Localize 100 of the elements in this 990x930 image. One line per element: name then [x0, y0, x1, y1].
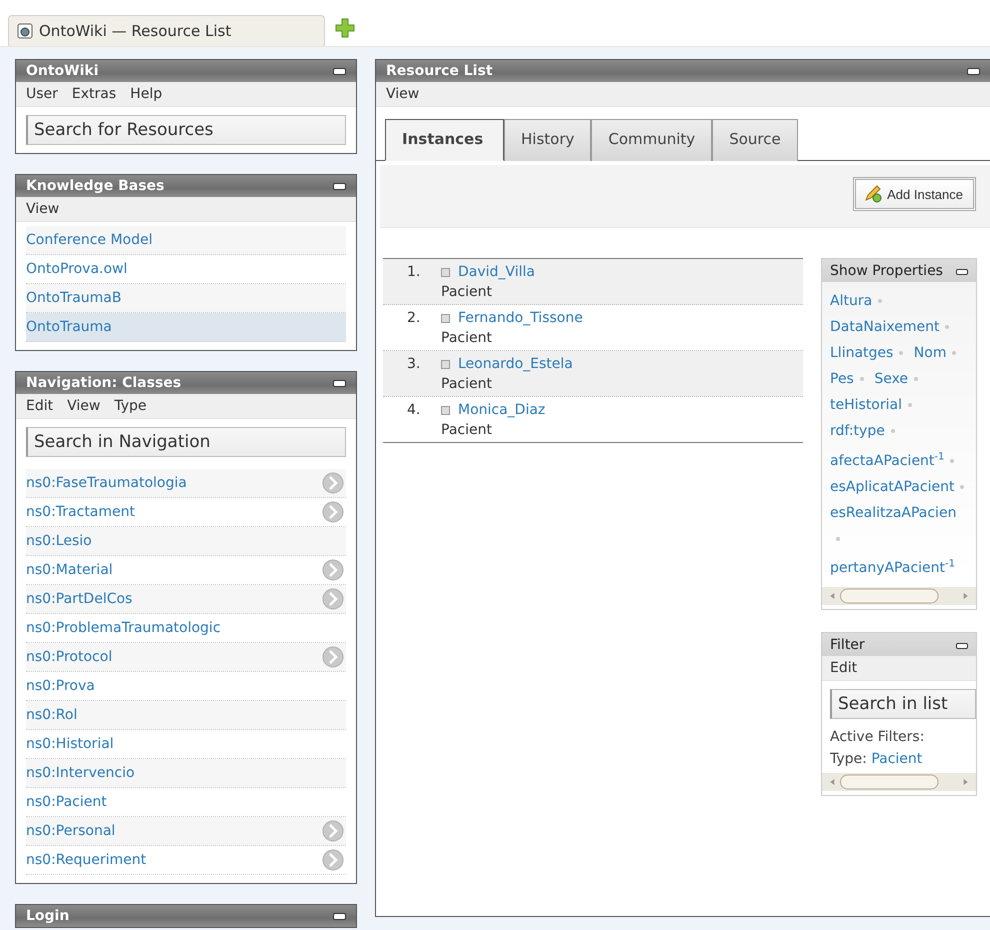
list-link[interactable]: ns0:FaseTraumatologia [26, 475, 187, 491]
new-tab-icon[interactable] [335, 18, 355, 38]
search-field[interactable]: Search in list [830, 689, 976, 720]
menu-item[interactable]: Help [129, 86, 164, 102]
panel-title: Resource List [386, 63, 493, 79]
property-link[interactable]: Sexe [874, 371, 908, 387]
property-link[interactable]: Pes [830, 371, 854, 387]
list-row[interactable]: ns0:Requeriment [26, 846, 346, 875]
list-link[interactable]: ns0:Material [26, 562, 113, 578]
list-link[interactable]: ns0:Lesio [26, 533, 92, 549]
menu-item[interactable]: Edit [25, 398, 54, 414]
resource-type: Pacient [441, 330, 493, 346]
minimize-icon[interactable] [333, 912, 346, 920]
row-number: 1. [407, 264, 422, 280]
separator-icon [914, 377, 918, 382]
list-link[interactable]: OntoTrauma [26, 319, 112, 335]
menu-item[interactable]: View [385, 86, 420, 102]
panel-title: Filter [830, 637, 865, 654]
minimize-icon[interactable] [956, 269, 968, 275]
bullet-icon [441, 360, 450, 368]
list-row[interactable]: ns0:PartDelCos [26, 585, 346, 614]
scrollbar[interactable] [822, 773, 976, 792]
separator-icon [890, 429, 895, 434]
resource-link[interactable]: Leonardo_Estela [458, 356, 573, 372]
list-row[interactable]: ns0:FaseTraumatologia [26, 469, 346, 498]
list-link[interactable]: ns0:Rol [26, 707, 78, 723]
property-link[interactable]: Altura [830, 293, 872, 309]
minimize-icon[interactable] [967, 68, 980, 74]
add-instance-button[interactable]: Add Instance [853, 177, 976, 211]
resource-type: Pacient [441, 422, 493, 438]
panel-title: Login [26, 908, 70, 924]
list-link[interactable]: ns0:Personal [26, 823, 116, 839]
row-number: 4. [407, 402, 422, 418]
menu-item[interactable]: Extras [70, 86, 118, 102]
resource-link[interactable]: Monica_Diaz [458, 402, 546, 418]
menu-item[interactable]: View [25, 201, 60, 217]
property-link[interactable]: rdf:type [830, 423, 885, 439]
separator-icon [952, 351, 956, 356]
list-link[interactable]: ns0:Pacient [26, 794, 107, 810]
list-link[interactable]: ns0:Tractament [26, 504, 135, 520]
list-link[interactable]: Conference Model [26, 232, 152, 248]
list-row[interactable]: ns0:Protocol [26, 643, 346, 672]
menu-item[interactable]: View [66, 398, 102, 414]
list-link[interactable]: ns0:PartDelCos [26, 591, 132, 607]
resource-link[interactable]: Fernando_Tissone [458, 310, 583, 326]
minimize-icon[interactable] [956, 643, 968, 650]
bullet-icon [441, 314, 450, 322]
tab[interactable]: Instances [385, 119, 504, 161]
row-number: 3. [407, 356, 422, 372]
separator-icon [950, 458, 954, 463]
tab[interactable]: Community [591, 119, 712, 161]
search-field[interactable]: Search in Navigation [26, 427, 346, 457]
menu-item[interactable]: User [25, 86, 59, 102]
filter-value[interactable]: Pacient [871, 751, 922, 768]
property-link[interactable]: Llinatges [830, 345, 894, 361]
property-link[interactable]: Nom [914, 345, 946, 361]
list-row[interactable]: ns0:Intervencio [26, 759, 346, 788]
resource-type: Pacient [441, 284, 493, 300]
property-link[interactable]: pertanyAPacient$^{-1}$ [830, 560, 955, 576]
list-row[interactable]: ns0:Lesio [26, 527, 346, 556]
list-row[interactable]: ns0:Rol [26, 701, 346, 730]
list-link[interactable]: ns0:Protocol [26, 649, 112, 665]
list-link[interactable]: ns0:Intervencio [26, 765, 135, 781]
tab[interactable]: History [504, 119, 592, 161]
separator-icon [878, 299, 882, 304]
menu-item[interactable]: Edit [830, 660, 858, 676]
separator-icon [908, 403, 912, 408]
list-row[interactable]: Conference Model [26, 226, 346, 255]
property-link[interactable]: DataNaixement [830, 319, 940, 335]
list-link[interactable]: ns0:ProblemaTraumatologic [26, 620, 221, 636]
page-icon [17, 23, 33, 39]
pencil-add-icon [864, 185, 884, 203]
browser-tab[interactable]: OntoWiki — Resource List [8, 15, 325, 46]
minimize-icon[interactable] [333, 182, 346, 190]
minimize-icon[interactable] [333, 380, 346, 386]
bullet-icon [441, 406, 450, 414]
minimize-icon[interactable] [333, 68, 346, 74]
list-link[interactable]: OntoProva.owl [26, 261, 128, 277]
panel-title: Knowledge Bases [26, 178, 164, 194]
list-row[interactable]: ns0:Personal [26, 817, 346, 846]
scrollbar[interactable] [822, 587, 976, 606]
property-link[interactable]: esAplicatAPacient [830, 478, 954, 495]
search-field[interactable]: Search for Resources [26, 115, 346, 145]
list-link[interactable]: ns0:Historial [26, 736, 114, 752]
property-link[interactable]: teHistorial [830, 397, 902, 413]
list-link[interactable]: OntoTraumaB [26, 290, 122, 306]
filter-label: Type: [830, 751, 867, 768]
menu-item[interactable]: Type [113, 398, 148, 414]
row-number: 2. [407, 310, 422, 326]
list-link[interactable]: ns0:Requeriment [26, 852, 146, 868]
separator-icon [836, 536, 840, 541]
property-link[interactable]: esRealitzaAPacien [830, 504, 956, 521]
resource-link[interactable]: David_Villa [458, 264, 535, 280]
list-row[interactable]: OntoTrauma [26, 313, 346, 342]
list-link[interactable]: ns0:Prova [26, 678, 95, 694]
tab[interactable]: Source [712, 119, 798, 161]
list-row[interactable]: OntoTraumaB [26, 284, 346, 313]
property-link[interactable]: afectaAPacient$^{-1}$ [830, 452, 944, 469]
panel-title: OntoWiki [26, 63, 99, 79]
panel-title: Navigation: Classes [26, 375, 182, 391]
